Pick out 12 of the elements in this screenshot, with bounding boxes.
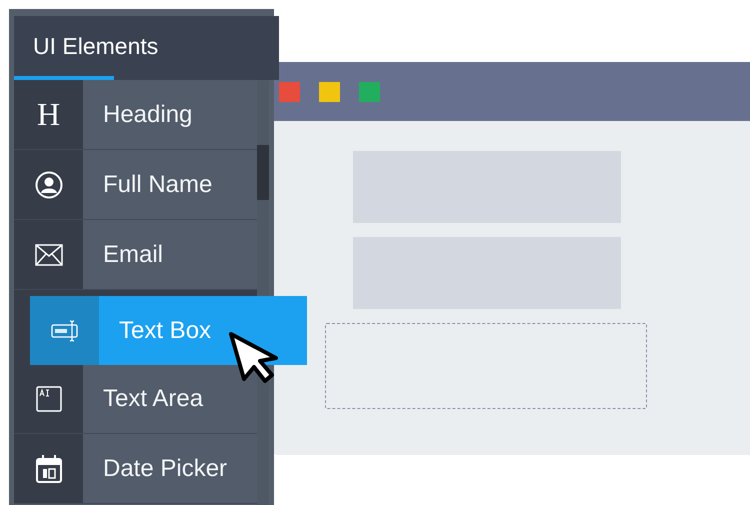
maximize-icon (359, 82, 380, 102)
close-icon (279, 82, 300, 102)
panel-tab[interactable]: UI Elements (33, 16, 158, 80)
calendar-icon (36, 454, 62, 482)
heading-icon: H (36, 96, 60, 133)
scrollbar-thumb[interactable] (257, 145, 270, 200)
person-icon (34, 170, 62, 198)
cursor-icon (228, 331, 280, 383)
text-field-icon (50, 318, 78, 342)
text-area-icon (36, 386, 62, 412)
envelope-icon (34, 244, 62, 266)
minimize-icon (319, 82, 340, 102)
